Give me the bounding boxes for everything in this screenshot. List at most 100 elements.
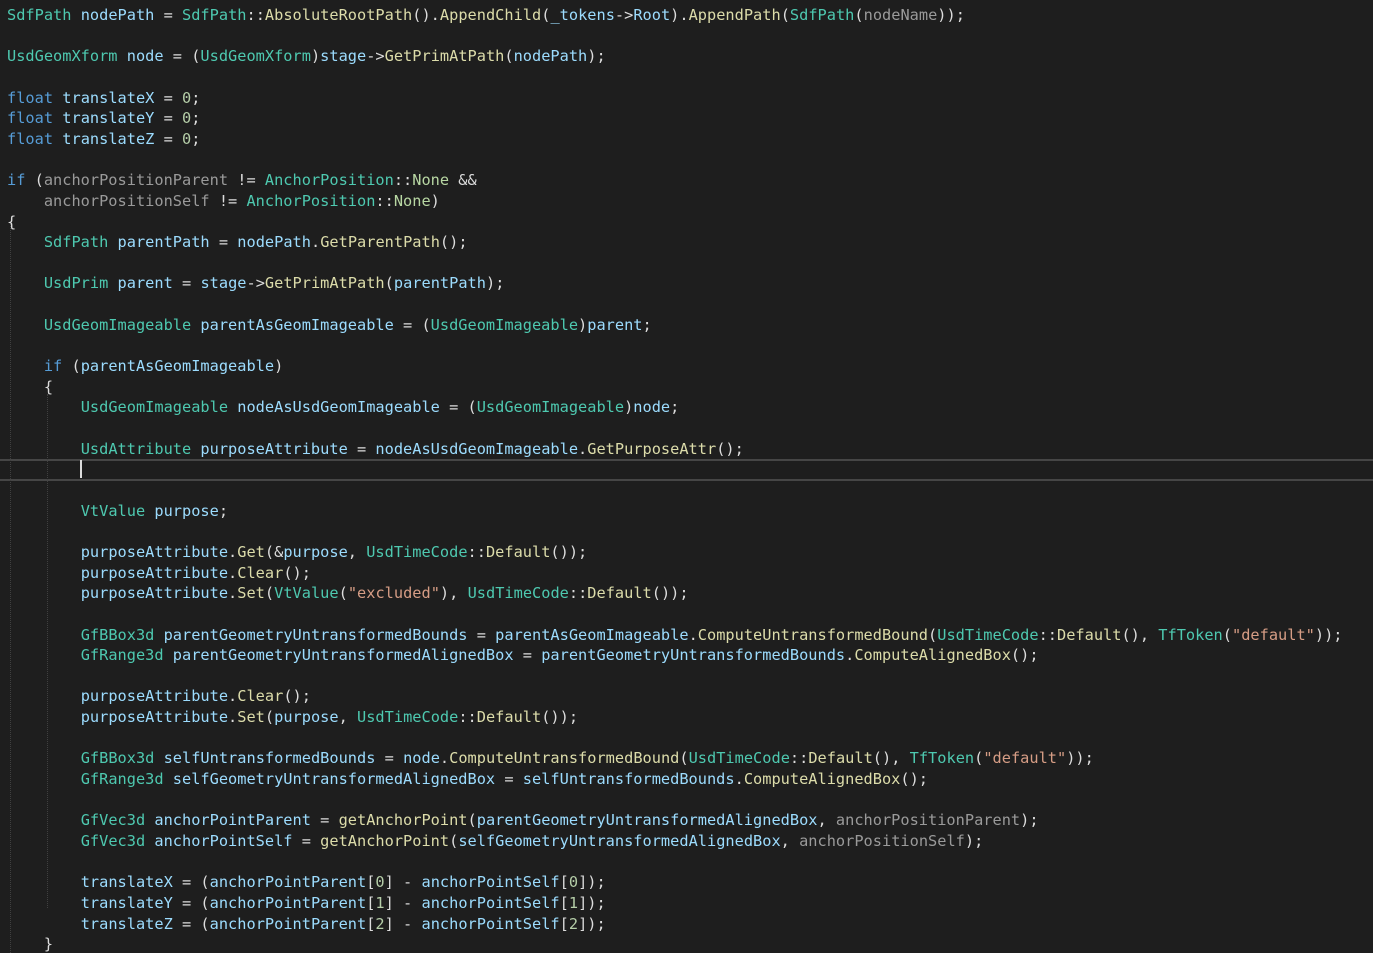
code-line[interactable]: float translateZ = 0; bbox=[7, 129, 200, 149]
code-token: node bbox=[126, 47, 164, 66]
code-token: UsdGeomXform bbox=[7, 47, 118, 66]
code-token: = bbox=[495, 770, 523, 789]
code-token: Default bbox=[1056, 625, 1122, 644]
code-line[interactable]: purposeAttribute.Set(VtValue("excluded")… bbox=[7, 583, 689, 603]
code-token: anchorPointSelf bbox=[421, 914, 560, 933]
code-token: . bbox=[688, 625, 698, 644]
code-token: Set bbox=[237, 708, 265, 727]
code-token: Default bbox=[476, 708, 542, 727]
code-line[interactable]: { bbox=[7, 377, 53, 397]
code-line[interactable]: purposeAttribute.Get(&purpose, UsdTimeCo… bbox=[7, 542, 588, 562]
code-line[interactable]: purposeAttribute.Clear(); bbox=[7, 686, 311, 706]
code-token: -> bbox=[366, 47, 385, 66]
code-token: [ bbox=[559, 893, 569, 912]
code-token: Root bbox=[633, 6, 671, 24]
code-line[interactable]: GfVec3d anchorPointSelf = getAnchorPoint… bbox=[7, 831, 984, 851]
code-token: translateX bbox=[62, 88, 155, 107]
code-line[interactable]: GfRange3d parentGeometryUntransformedAli… bbox=[7, 645, 1039, 665]
code-token: 0 bbox=[375, 873, 385, 892]
code-line[interactable]: float translateX = 0; bbox=[7, 88, 200, 108]
code-token: anchorPointParent bbox=[209, 873, 367, 892]
code-line[interactable]: purposeAttribute.Clear(); bbox=[7, 563, 311, 583]
code-token: "default" bbox=[1231, 625, 1315, 644]
code-token: purpose bbox=[274, 708, 339, 727]
code-line[interactable]: GfBBox3d selfUntransformedBounds = node.… bbox=[7, 748, 1094, 768]
code-token: 0 bbox=[182, 88, 192, 107]
code-token: 0 bbox=[182, 109, 192, 128]
code-token: != bbox=[209, 191, 247, 210]
code-token: [ bbox=[559, 873, 569, 892]
code-token: ComputeAlignedBox bbox=[743, 770, 901, 789]
code-token: = ( bbox=[172, 893, 210, 912]
code-line[interactable]: GfRange3d selfGeometryUntransformedAlign… bbox=[7, 769, 928, 789]
code-token: nodePath bbox=[80, 6, 155, 24]
code-token: , bbox=[338, 708, 358, 727]
code-line[interactable]: purposeAttribute.Set(purpose, UsdTimeCod… bbox=[7, 707, 578, 727]
code-token: ] - bbox=[384, 914, 422, 933]
code-line[interactable]: if (parentAsGeomImageable) bbox=[7, 356, 283, 376]
code-token: translateY bbox=[62, 109, 155, 128]
code-token: )); bbox=[937, 6, 965, 24]
code-token: selfUntransformedBounds bbox=[163, 749, 376, 768]
code-line[interactable]: GfVec3d anchorPointParent = getAnchorPoi… bbox=[7, 810, 1039, 830]
code-token: . bbox=[578, 439, 588, 458]
code-line[interactable]: } bbox=[7, 934, 53, 953]
code-line[interactable]: UsdGeomXform node = (UsdGeomXform)stage-… bbox=[7, 46, 606, 66]
code-token: UsdGeomImageable bbox=[80, 398, 229, 417]
code-token: && bbox=[449, 171, 477, 190]
code-token: anchorPointParent bbox=[209, 893, 367, 912]
code-token: . bbox=[228, 563, 238, 582]
code-token: 0 bbox=[182, 129, 192, 148]
code-token: parent bbox=[587, 315, 643, 334]
code-token: VtValue bbox=[274, 584, 339, 603]
code-token: anchorPointSelf bbox=[421, 893, 560, 912]
code-token: ( bbox=[384, 274, 394, 293]
code-token: ( bbox=[264, 584, 275, 603]
code-token: Clear bbox=[237, 563, 284, 582]
code-line[interactable]: UsdPrim parent = stage->GetPrimAtPath(pa… bbox=[7, 273, 505, 293]
code-line[interactable]: UsdGeomImageable parentAsGeomImageable =… bbox=[7, 315, 652, 335]
code-line[interactable]: if (anchorPositionParent != AnchorPositi… bbox=[7, 170, 477, 190]
code-token: = ( bbox=[163, 47, 201, 66]
code-line[interactable]: translateX = (anchorPointParent[0] - anc… bbox=[7, 872, 606, 892]
code-editor[interactable]: SdfPath nodePath = SdfPath::AbsoluteRoot… bbox=[0, 0, 1373, 953]
code-token: "default" bbox=[983, 749, 1067, 768]
code-token: GfVec3d bbox=[80, 811, 146, 830]
code-token: selfUntransformedBounds bbox=[522, 770, 735, 789]
code-token: UsdTimeCode bbox=[366, 542, 468, 561]
code-line[interactable]: UsdAttribute purposeAttribute = nodeAsUs… bbox=[7, 439, 744, 459]
code-token: if bbox=[43, 357, 63, 376]
code-line[interactable]: translateZ = (anchorPointParent[2] - anc… bbox=[7, 914, 606, 934]
current-line-highlight bbox=[0, 459, 1373, 481]
code-token: (); bbox=[439, 233, 468, 252]
code-line[interactable]: translateY = (anchorPointParent[1] - anc… bbox=[7, 893, 606, 913]
code-token: purposeAttribute bbox=[200, 439, 348, 458]
code-line[interactable]: GfBBox3d parentGeometryUntransformedBoun… bbox=[7, 625, 1343, 645]
code-token: = bbox=[310, 811, 339, 830]
code-token: Default bbox=[808, 749, 873, 768]
code-token: purposeAttribute bbox=[80, 708, 229, 727]
code-token: Default bbox=[485, 542, 551, 561]
code-line[interactable]: SdfPath parentPath = nodePath.GetParentP… bbox=[7, 232, 468, 252]
code-token: { bbox=[7, 377, 54, 396]
code-token: _tokens bbox=[550, 6, 615, 24]
code-token: ; bbox=[218, 501, 229, 520]
code-line[interactable]: SdfPath nodePath = SdfPath::AbsoluteRoot… bbox=[7, 5, 965, 25]
code-line[interactable]: float translateY = 0; bbox=[7, 108, 200, 128]
code-line[interactable]: VtValue purpose; bbox=[7, 501, 228, 521]
code-line[interactable]: UsdGeomImageable nodeAsUsdGeomImageable … bbox=[7, 397, 680, 417]
code-token: purposeAttribute bbox=[80, 542, 229, 561]
code-token: purposeAttribute bbox=[80, 563, 229, 582]
code-line[interactable]: anchorPositionSelf != AnchorPosition::No… bbox=[7, 191, 440, 211]
code-line[interactable]: { bbox=[7, 212, 16, 232]
code-token: ComputeUntransformedBound bbox=[697, 625, 929, 644]
code-token: , bbox=[817, 811, 836, 830]
code-token: node bbox=[633, 398, 671, 417]
